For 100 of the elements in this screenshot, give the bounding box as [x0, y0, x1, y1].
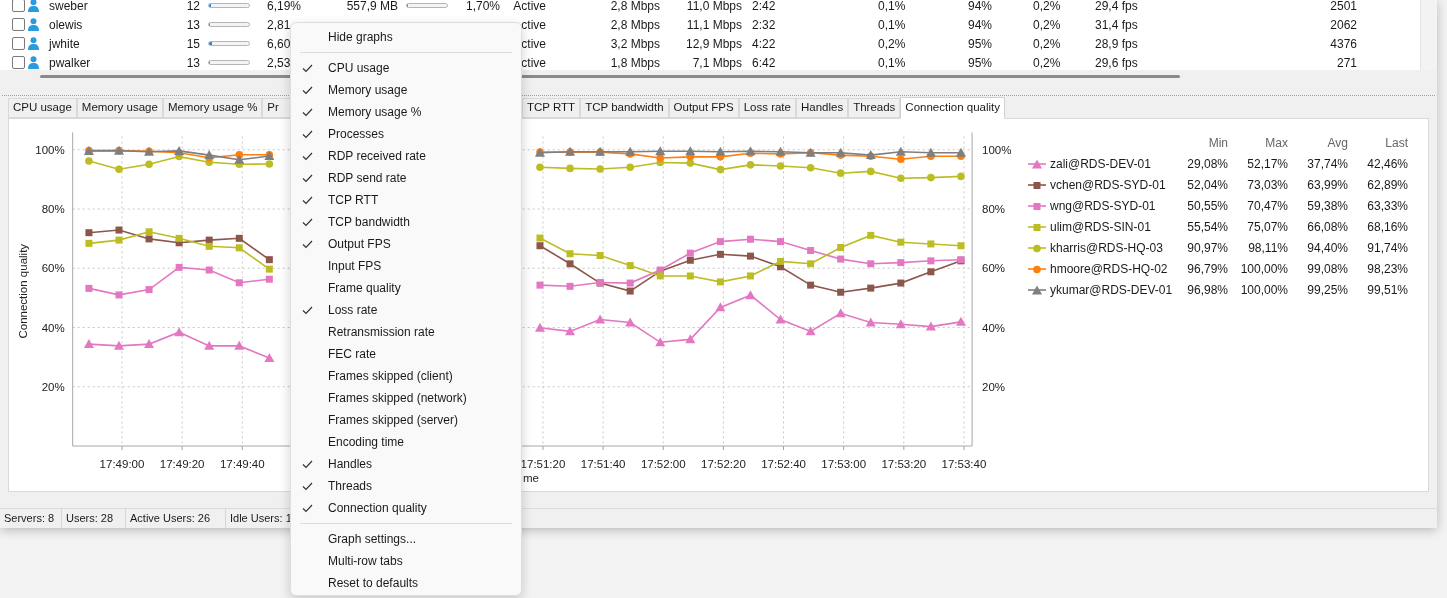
menu-item[interactable]: Threads: [295, 475, 517, 497]
tab[interactable]: TCP bandwidth: [580, 98, 669, 118]
table-cell: 0,2%: [1033, 17, 1061, 32]
x-tick-label: 17:51:20: [520, 458, 566, 470]
user-name: olewis: [49, 17, 83, 32]
table-cell: 0,2%: [1033, 36, 1061, 51]
menu-item[interactable]: Input FPS: [295, 255, 517, 277]
menu-item[interactable]: RDP received rate: [295, 145, 517, 167]
table-cell: 94%: [968, 0, 993, 13]
menu-item[interactable]: Frame quality: [295, 277, 517, 299]
tab[interactable]: Handles: [795, 98, 849, 118]
menu-item[interactable]: Memory usage %: [295, 101, 517, 123]
point: [566, 260, 574, 268]
checkbox[interactable]: [12, 56, 25, 69]
menu-item[interactable]: Hide graphs: [295, 26, 517, 48]
point: [83, 339, 94, 349]
menu-item[interactable]: Processes: [295, 123, 517, 145]
point: [685, 146, 696, 156]
table-cell: 0,1%: [878, 17, 906, 32]
table-cell: 12,9 Mbps: [685, 36, 742, 51]
legend-value: 99,51%: [1367, 282, 1408, 297]
point: [746, 161, 755, 169]
tab[interactable]: Connection quality: [900, 97, 1005, 119]
menu-item[interactable]: TCP RTT: [295, 189, 517, 211]
menu-item[interactable]: Frames skipped (network): [295, 387, 517, 409]
table-cell: 28,9 fps: [1095, 36, 1138, 51]
menu-item[interactable]: Frames skipped (client): [295, 365, 517, 387]
check-icon: [302, 85, 313, 95]
table-cell: 13: [186, 17, 200, 32]
table-cell: 7,1 Mbps: [692, 55, 742, 70]
point: [957, 172, 965, 181]
tab[interactable]: TCP RTT: [522, 98, 581, 118]
table-cell: ctive: [521, 55, 546, 70]
point: [835, 147, 846, 157]
table-cell: 0,1%: [878, 0, 906, 13]
point: [927, 257, 935, 265]
tab[interactable]: Pr: [262, 98, 290, 118]
tab[interactable]: Loss rate: [738, 98, 796, 118]
point: [927, 240, 935, 248]
tab[interactable]: Output FPS: [668, 98, 739, 118]
legend-value: 73,03%: [1247, 177, 1288, 192]
menu-item[interactable]: RDP send rate: [295, 167, 517, 189]
user-name: pwalker: [49, 55, 91, 70]
menu-item[interactable]: TCP bandwidth: [295, 211, 517, 233]
point: [897, 238, 905, 246]
menu-item[interactable]: CPU usage: [295, 57, 517, 79]
point: [655, 337, 666, 347]
legend-header: Max: [1265, 136, 1288, 150]
menu-item[interactable]: Graph settings...: [295, 528, 517, 550]
y-tick-label: 40%: [982, 321, 1006, 334]
point: [85, 229, 93, 237]
point: [897, 155, 905, 164]
point: [626, 163, 634, 172]
legend-value: 100,00%: [1240, 282, 1288, 297]
menu-item[interactable]: Retransmission rate: [295, 321, 517, 343]
point: [85, 284, 93, 292]
tab[interactable]: CPU usage: [8, 98, 77, 118]
menu-item[interactable]: Encoding time: [295, 431, 517, 453]
legend-value: 29,08%: [1187, 156, 1228, 171]
point: [865, 317, 876, 327]
check-icon: [302, 63, 313, 73]
menu-item[interactable]: Memory usage: [295, 79, 517, 101]
point: [716, 238, 724, 246]
menu-item[interactable]: Frames skipped (server): [295, 409, 517, 431]
point: [145, 228, 153, 236]
menu-item[interactable]: Reset to defaults: [295, 572, 517, 594]
table-cell: 11,1 Mbps: [686, 17, 742, 32]
point: [534, 322, 545, 332]
menu-item[interactable]: FEC rate: [295, 343, 517, 365]
table-cell: 2:32: [752, 17, 776, 32]
check-icon: [302, 217, 313, 227]
point: [897, 259, 905, 267]
y-tick-label: 20%: [41, 380, 65, 393]
check-icon: [302, 129, 313, 139]
tab[interactable]: Memory usage %: [162, 98, 263, 118]
menu-item[interactable]: Loss rate: [295, 299, 517, 321]
point: [205, 266, 213, 274]
table-cell: Active: [513, 0, 546, 13]
y-tick-label: 20%: [982, 380, 1006, 393]
legend-value: 66,08%: [1307, 219, 1348, 234]
checkbox[interactable]: [12, 18, 25, 31]
menu-item[interactable]: Connection quality: [295, 497, 517, 519]
point: [655, 146, 666, 156]
vertical-scrollbar[interactable]: [1420, 0, 1437, 70]
tab[interactable]: Threads: [848, 98, 901, 118]
legend-label: ulim@RDS-SIN-01: [1050, 219, 1151, 234]
x-tick-label: 17:53:20: [881, 458, 927, 470]
table-cell: 6:42: [752, 55, 776, 70]
check-icon: [302, 305, 313, 315]
checkbox[interactable]: [12, 37, 25, 50]
checkbox[interactable]: [12, 0, 25, 12]
y-axis-title: Connection quality: [17, 243, 29, 339]
y-tick-label: 100%: [982, 143, 1012, 156]
menu-item[interactable]: Output FPS: [295, 233, 517, 255]
user-name: sweber: [49, 0, 88, 13]
point: [265, 256, 273, 264]
legend-value: 94,40%: [1307, 240, 1348, 255]
menu-item[interactable]: Multi-row tabs: [295, 550, 517, 572]
tab[interactable]: Memory usage: [76, 98, 163, 118]
menu-item[interactable]: Handles: [295, 453, 517, 475]
